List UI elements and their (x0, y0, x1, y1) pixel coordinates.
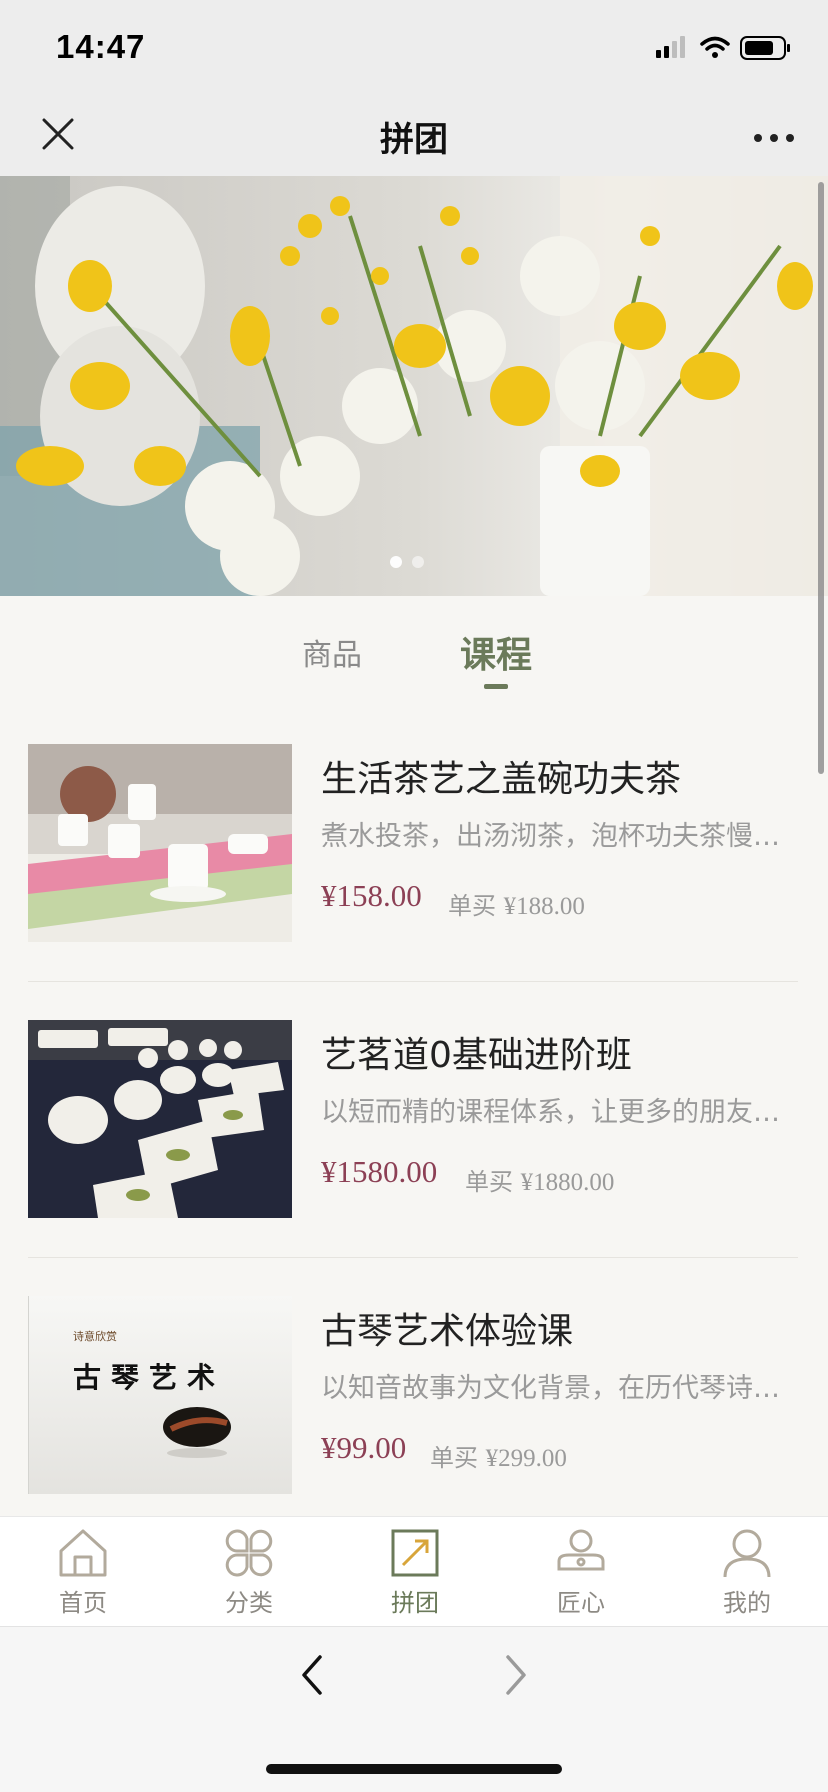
list-item[interactable]: 生活茶艺之盖碗功夫茶 煮水投茶，出汤沏茶，泡杯功夫茶慢… ¥158.00 单买 … (28, 706, 798, 982)
single-price: 单买 ¥188.00 (448, 886, 585, 921)
group-price: ¥99.00 (321, 1430, 407, 1465)
tabbar-me[interactable]: 我的 (664, 1517, 828, 1627)
list-item[interactable]: 诗意欣赏 古琴艺术 古琴艺术体验课 以知音故事为文化背景，在历代琴诗… ¥99.… (28, 1258, 798, 1534)
content-tabs: 商品 课程 (0, 596, 828, 706)
list-item[interactable]: 艺茗道0基础进阶班 以短而精的课程体系，让更多的朋友… ¥1580.00 单买 … (28, 982, 798, 1258)
back-arrow-icon[interactable] (296, 1651, 328, 1699)
tab-active-indicator (484, 684, 508, 689)
group-price: ¥1580.00 (321, 1154, 438, 1189)
status-icons (656, 36, 790, 60)
tabbar-label: 匠心 (557, 1589, 605, 1617)
more-icon[interactable] (750, 118, 798, 158)
course-thumbnail (28, 744, 292, 942)
carousel-dot[interactable] (412, 556, 424, 568)
tabbar-home[interactable]: 首页 (0, 1517, 166, 1627)
craftsmanship-icon (557, 1529, 605, 1571)
single-price: 单买 ¥1880.00 (465, 1162, 614, 1197)
bottom-tab-bar: 首页 分类 拼团 匠心 我的 (0, 1516, 828, 1626)
course-description: 煮水投茶，出汤沏茶，泡杯功夫茶慢… (321, 821, 780, 852)
group-price: ¥158.00 (321, 878, 422, 913)
thumbnail-caption-title: 古琴艺术 (73, 1361, 226, 1394)
course-title: 艺茗道0基础进阶班 (321, 1035, 632, 1076)
single-price-label: 单买 (430, 1444, 478, 1472)
course-thumbnail: 诗意欣赏 古琴艺术 (28, 1296, 292, 1494)
single-price-label: 单买 (465, 1168, 513, 1196)
tabbar-category[interactable]: 分类 (166, 1517, 332, 1627)
tabbar-craftsmanship[interactable]: 匠心 (498, 1517, 664, 1627)
carousel-dot[interactable] (390, 556, 402, 568)
tab-course[interactable]: 课程 (460, 626, 532, 678)
thumbnail-caption-small: 诗意欣赏 (73, 1330, 117, 1343)
course-description: 以知音故事为文化背景，在历代琴诗… (321, 1373, 780, 1404)
banner-image[interactable] (0, 176, 828, 596)
single-price-value: ¥299.00 (485, 1445, 567, 1472)
user-icon (723, 1529, 771, 1578)
nav-bar: 拼团 (0, 96, 828, 176)
single-price-value: ¥188.00 (503, 893, 585, 920)
tabbar-label: 我的 (723, 1589, 771, 1617)
course-title: 古琴艺术体验课 (321, 1311, 574, 1352)
home-icon (59, 1529, 107, 1577)
tabbar-label: 首页 (59, 1589, 107, 1617)
status-bar: 14:47 (0, 0, 828, 96)
home-indicator (266, 1764, 562, 1774)
status-time: 14:47 (56, 28, 146, 65)
single-price-label: 单买 (448, 892, 496, 920)
course-description: 以短而精的课程体系，让更多的朋友… (321, 1097, 780, 1128)
carousel-dots (390, 556, 424, 568)
single-price: 单买 ¥299.00 (430, 1438, 567, 1473)
single-price-value: ¥1880.00 (520, 1169, 615, 1196)
tabbar-label: 拼团 (391, 1589, 439, 1617)
battery-icon (740, 36, 790, 60)
tabbar-label: 分类 (225, 1589, 273, 1617)
course-thumbnail (28, 1020, 292, 1218)
course-title: 生活茶艺之盖碗功夫茶 (321, 759, 682, 800)
groupbuy-icon (391, 1529, 439, 1577)
signal-icon (656, 36, 685, 58)
tab-goods[interactable]: 商品 (302, 630, 362, 674)
category-icon (225, 1529, 273, 1577)
forward-arrow-icon[interactable] (500, 1651, 532, 1699)
page-title: 拼团 (380, 120, 448, 160)
wifi-icon (700, 36, 730, 58)
guqin-image (163, 1407, 231, 1458)
tabbar-groupbuy[interactable]: 拼团 (332, 1517, 498, 1627)
